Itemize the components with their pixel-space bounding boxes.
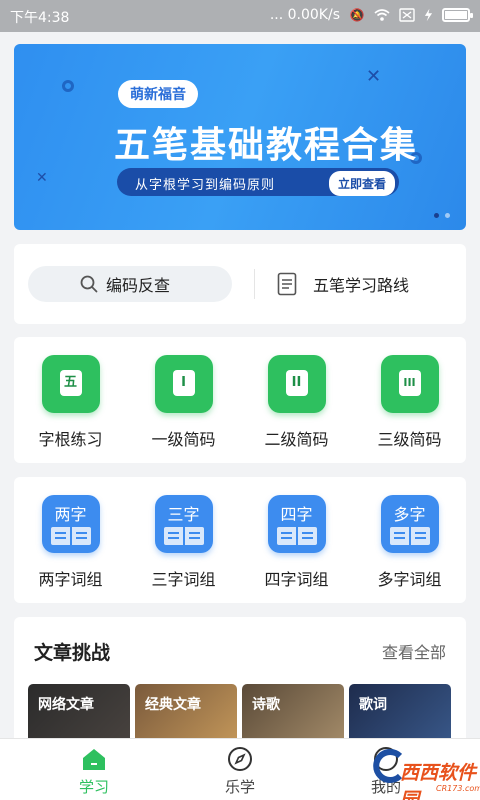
practice-item-level1[interactable]: I 一级简码	[127, 355, 240, 450]
banner-subtitle: 从字根学习到编码原则	[135, 178, 276, 193]
learning-route-label: 五笔学习路线	[313, 276, 410, 295]
status-time: 下午4:38	[10, 10, 70, 26]
charging-icon	[424, 8, 433, 22]
home-icon	[83, 749, 105, 770]
article-challenge-card: 文章挑战 查看全部 网络文章 经典文章 诗歌 歌词	[14, 617, 466, 757]
practice-card: 五 字根练习 I 一级简码 II 二级简码 III 三级简码	[14, 337, 466, 463]
promo-banner[interactable]: ✕ ✕ 萌新福音 五笔基础教程合集 从字根学习到编码原则 立即查看	[14, 44, 466, 230]
ring-decoration	[62, 80, 74, 92]
phrase-item-label: 三字词组	[151, 570, 216, 589]
view-all-link[interactable]: 查看全部	[382, 639, 446, 663]
book-icon: 三字	[154, 495, 213, 553]
code-lookup-button[interactable]: 编码反查	[28, 266, 232, 302]
phrase-item-label: 四字词组	[264, 570, 329, 589]
carousel-dots	[434, 213, 450, 218]
book-icon: 多字	[380, 495, 439, 553]
tab-study[interactable]: 学习	[14, 739, 174, 800]
book-icon: 两字	[41, 495, 100, 553]
practice-item-radicals[interactable]: 五 字根练习	[14, 355, 127, 450]
tab-fun-learning[interactable]: 乐学	[160, 739, 320, 800]
article-category-label: 歌词	[359, 697, 387, 713]
status-icons: ... 0.00K/s 🔕	[269, 7, 473, 23]
cross-decoration: ✕	[36, 170, 48, 186]
practice-item-level3[interactable]: III 三级简码	[353, 355, 466, 450]
article-category-label: 网络文章	[38, 697, 94, 713]
phrase-item-four[interactable]: 四字 四字词组	[240, 495, 353, 590]
section-title: 文章挑战	[34, 642, 111, 664]
compass-icon	[228, 747, 252, 771]
practice-item-label: 一级简码	[151, 430, 216, 449]
network-speed: ... 0.00K/s	[269, 7, 340, 23]
banner-brand: 萌新福音	[118, 80, 198, 108]
practice-grid: 五 字根练习 I 一级简码 II 二级简码 III 三级简码	[14, 355, 466, 450]
level-three-code-icon: III	[380, 355, 439, 413]
article-category-label: 经典文章	[145, 697, 201, 713]
level-one-code-icon: I	[154, 355, 213, 413]
book-icon: 四字	[267, 495, 326, 553]
carousel-dot[interactable]	[434, 213, 439, 218]
watermark-logo: 西西软件园 CR173.com	[372, 740, 480, 800]
banner-title: 五笔基础教程合集	[114, 125, 419, 166]
battery-icon	[442, 8, 473, 22]
learning-route-button[interactable]: 五笔学习路线	[277, 271, 409, 297]
mute-icon: 🔕	[349, 8, 365, 22]
search-card: 编码反查 五笔学习路线	[14, 244, 466, 324]
search-icon	[80, 275, 98, 293]
phrase-item-label: 两字词组	[38, 570, 103, 589]
phrase-item-two[interactable]: 两字 两字词组	[14, 495, 127, 590]
cross-decoration: ✕	[366, 66, 382, 87]
radical-practice-icon: 五	[41, 355, 100, 413]
article-category-label: 诗歌	[252, 697, 280, 713]
divider	[254, 269, 255, 299]
practice-item-level2[interactable]: II 二级简码	[240, 355, 353, 450]
practice-item-label: 字根练习	[38, 430, 103, 449]
carousel-dot[interactable]	[445, 213, 450, 218]
watermark-url: CR173.com	[436, 784, 480, 793]
phrases-card: 两字 两字词组 三字 三字词组 四字 四字词组 多字 多字词组	[14, 477, 466, 603]
practice-item-label: 二级简码	[264, 430, 329, 449]
document-icon	[277, 272, 297, 296]
level-two-code-icon: II	[267, 355, 326, 413]
status-bar: 下午4:38 ... 0.00K/s 🔕	[0, 0, 480, 32]
watermark-text: 西西软件园	[400, 762, 477, 800]
banner-cta-button[interactable]: 立即查看	[328, 171, 395, 196]
wifi-icon	[374, 9, 390, 21]
tab-label: 乐学	[224, 778, 255, 796]
phrases-grid: 两字 两字词组 三字 三字词组 四字 四字词组 多字 多字词组	[14, 495, 466, 590]
banner-subtitle-strip: 从字根学习到编码原则 立即查看	[117, 168, 399, 196]
phrase-item-multi[interactable]: 多字 多字词组	[353, 495, 466, 590]
phrase-item-three[interactable]: 三字 三字词组	[127, 495, 240, 590]
practice-item-label: 三级简码	[377, 430, 442, 449]
phrase-item-label: 多字词组	[377, 570, 442, 589]
sim-off-icon	[399, 8, 415, 22]
tab-label: 学习	[78, 778, 109, 796]
code-lookup-label: 编码反查	[106, 276, 171, 295]
